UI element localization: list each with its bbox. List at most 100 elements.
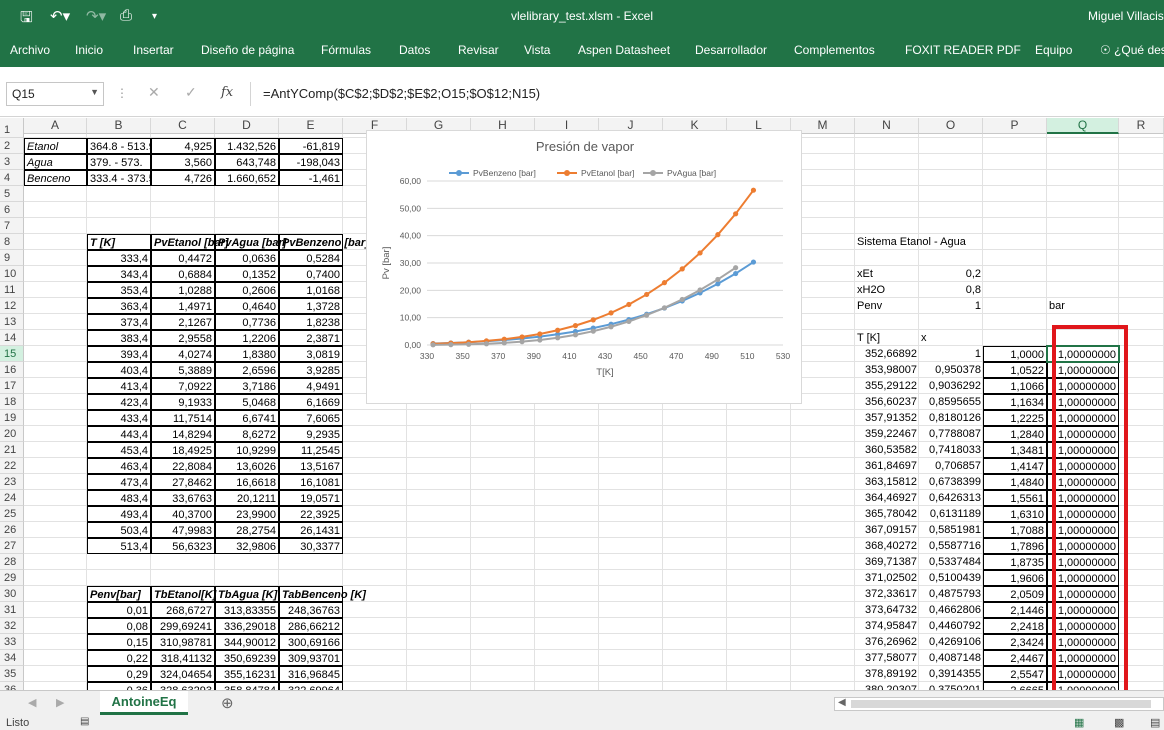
row-header-19[interactable]: 19 (0, 410, 24, 426)
name-box[interactable]: Q15 ▼ (6, 82, 104, 106)
cell-x[interactable]: 0,5100439 (919, 570, 983, 586)
cell-x[interactable]: 0,6738399 (919, 474, 983, 490)
cell-temperature[interactable]: 369,71387 (855, 554, 919, 570)
cell-pv-value[interactable]: 443,4 (87, 426, 151, 442)
row-header-12[interactable]: 12 (0, 298, 24, 314)
cell-temperature[interactable]: 372,33617 (855, 586, 919, 602)
column-header-e[interactable]: E (279, 118, 343, 134)
cell-tb-value[interactable]: 344,90012 (215, 634, 279, 650)
cell-temperature[interactable]: 365,78042 (855, 506, 919, 522)
ribbon-tab[interactable]: FOXIT READER PDF (905, 43, 1021, 57)
column-header-a[interactable]: A (24, 118, 87, 134)
cell-label-t[interactable]: T [K] (855, 330, 919, 346)
row-header-25[interactable]: 25 (0, 506, 24, 522)
row-header-34[interactable]: 34 (0, 650, 24, 666)
cell-pv-value[interactable]: 1,0288 (151, 282, 215, 298)
cell-x[interactable]: 0,4460792 (919, 618, 983, 634)
cell-pv-value[interactable]: 373,4 (87, 314, 151, 330)
cell-k-value[interactable]: 1,2840 (983, 426, 1047, 442)
cell-temperature-range[interactable]: 379. - 573. (87, 154, 151, 170)
cell-pv-value[interactable]: 1,8238 (279, 314, 343, 330)
ribbon-tab[interactable]: Archivo (10, 43, 50, 57)
cell-temperature[interactable]: 364,46927 (855, 490, 919, 506)
ribbon-tab[interactable]: Diseño de página (201, 43, 294, 57)
cell-table-header[interactable]: TbAgua [K] (215, 586, 279, 602)
cell-x[interactable]: 0,4875793 (919, 586, 983, 602)
row-header-3[interactable]: 3 (0, 154, 24, 170)
cell-label-penv[interactable]: Penv (855, 298, 919, 314)
cell-pv-value[interactable]: 0,7400 (279, 266, 343, 282)
cell-k-value[interactable]: 2,2418 (983, 618, 1047, 634)
cell-pv-value[interactable]: 4,9491 (279, 378, 343, 394)
cell-pv-value[interactable]: 22,8084 (151, 458, 215, 474)
horizontal-scrollbar[interactable]: ◀ (834, 697, 1164, 711)
macro-record-icon[interactable]: ▤ (80, 716, 89, 727)
cell-pv-value[interactable]: 453,4 (87, 442, 151, 458)
cell-k-value[interactable]: 1,4840 (983, 474, 1047, 490)
cell-k-value[interactable]: 1,0000 (983, 346, 1047, 362)
cell-pv-value[interactable]: 1,8380 (215, 346, 279, 362)
row-header-29[interactable]: 29 (0, 570, 24, 586)
cell-pv-value[interactable]: 3,7186 (215, 378, 279, 394)
cell-x[interactable]: 0,5587716 (919, 538, 983, 554)
row-header-35[interactable]: 35 (0, 666, 24, 682)
cell-tb-value[interactable]: 316,96845 (279, 666, 343, 682)
cell-k-value[interactable]: 1,1634 (983, 394, 1047, 410)
cell-tb-value[interactable]: 310,98781 (151, 634, 215, 650)
cell-k-value[interactable]: 2,0509 (983, 586, 1047, 602)
sheet-tab-antoineeq[interactable]: AntoineEq (100, 691, 188, 715)
cell-pv-value[interactable]: 20,1211 (215, 490, 279, 506)
column-header-o[interactable]: O (919, 118, 983, 134)
cell-pv-value[interactable]: 18,4925 (151, 442, 215, 458)
cell-tb-value[interactable]: 0,36 (87, 682, 151, 690)
cell-antoine-b[interactable]: 1.660,652 (215, 170, 279, 186)
ribbon-tab[interactable]: Datos (399, 43, 430, 57)
cell-pv-value[interactable]: 0,1352 (215, 266, 279, 282)
cell-pv-value[interactable]: 1,0168 (279, 282, 343, 298)
row-header-21[interactable]: 21 (0, 442, 24, 458)
page-layout-icon[interactable]: ▩ (1114, 716, 1124, 729)
cell-temperature[interactable]: 377,58077 (855, 650, 919, 666)
cell-antoine-a[interactable]: 3,560 (151, 154, 215, 170)
cell-temperature[interactable]: 368,40272 (855, 538, 919, 554)
cell-k-value[interactable]: 1,5561 (983, 490, 1047, 506)
cell-pv-value[interactable]: 0,4640 (215, 298, 279, 314)
cell-pv-value[interactable]: 11,2545 (279, 442, 343, 458)
cell-pv-value[interactable]: 413,4 (87, 378, 151, 394)
cell-temperature[interactable]: 380,20307 (855, 682, 919, 690)
cell-temperature[interactable]: 367,09157 (855, 522, 919, 538)
cell-pv-value[interactable]: 19,0571 (279, 490, 343, 506)
cell-k-value[interactable]: 2,4467 (983, 650, 1047, 666)
row-header-27[interactable]: 27 (0, 538, 24, 554)
cell-temperature[interactable]: 363,15812 (855, 474, 919, 490)
cell-k-value[interactable]: 1,0522 (983, 362, 1047, 378)
row-header-36[interactable]: 36 (0, 682, 24, 690)
cell-k-value[interactable]: 1,7896 (983, 538, 1047, 554)
ribbon-tab[interactable]: Aspen Datasheet (578, 43, 670, 57)
cell-tb-value[interactable]: 328,63293 (151, 682, 215, 690)
cell-pv-value[interactable]: 0,2606 (215, 282, 279, 298)
row-header-1[interactable]: 1 (0, 122, 24, 138)
cell-antoine-b[interactable]: 643,748 (215, 154, 279, 170)
cell-antoine-b[interactable]: 1.432,526 (215, 138, 279, 154)
cell-pv-value[interactable]: 1,4971 (151, 298, 215, 314)
cell-temperature-range[interactable]: 364.8 - 513.9 (87, 138, 151, 154)
cell-unit-bar[interactable]: bar (1047, 298, 1119, 314)
row-header-22[interactable]: 22 (0, 458, 24, 474)
cell-tb-value[interactable]: 248,36763 (279, 602, 343, 618)
cell-pv-value[interactable]: 40,3700 (151, 506, 215, 522)
ribbon-tab[interactable]: Equipo (1035, 43, 1072, 57)
cell-tb-value[interactable]: 0,08 (87, 618, 151, 634)
cell-pv-value[interactable]: 27,8462 (151, 474, 215, 490)
row-header-4[interactable]: 4 (0, 170, 24, 186)
cell-pv-value[interactable]: 333,4 (87, 250, 151, 266)
cell-tb-value[interactable]: 336,29018 (215, 618, 279, 634)
cell-tb-value[interactable]: 0,01 (87, 602, 151, 618)
cell-tb-value[interactable]: 358,84784 (215, 682, 279, 690)
cell-pv-value[interactable]: 513,4 (87, 538, 151, 554)
page-break-icon[interactable]: ▤ (1150, 716, 1160, 729)
cell-label-x[interactable]: x (919, 330, 983, 346)
cell-tb-value[interactable]: 300,69166 (279, 634, 343, 650)
cell-temperature[interactable]: 353,98007 (855, 362, 919, 378)
cell-pv-value[interactable]: 433,4 (87, 410, 151, 426)
